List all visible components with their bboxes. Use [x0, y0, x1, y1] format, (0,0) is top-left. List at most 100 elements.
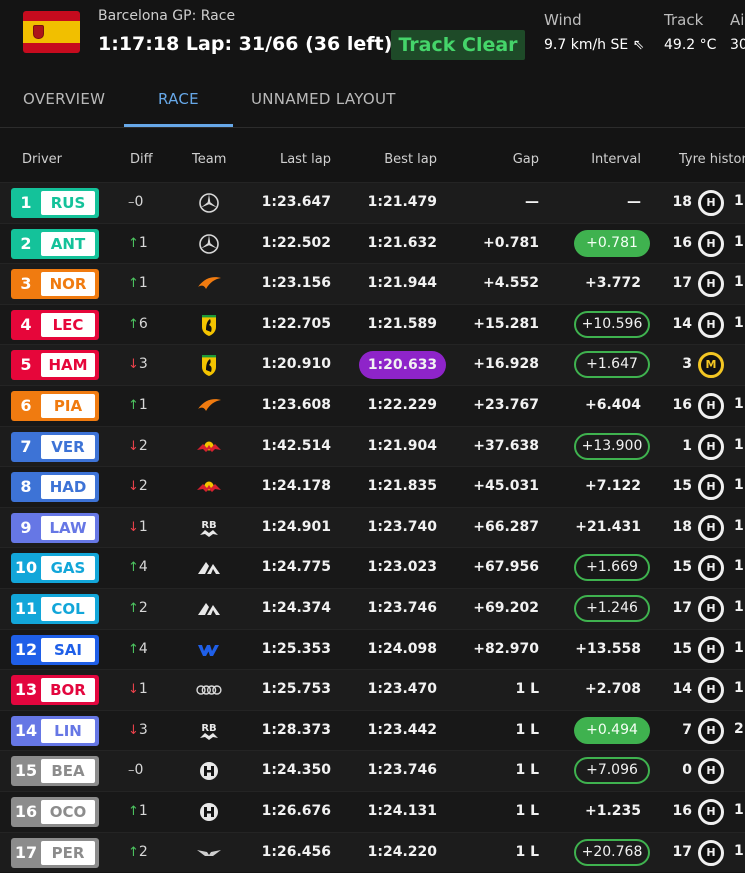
- driver-badge[interactable]: 2 ANT: [11, 228, 99, 259]
- arrow-down-icon: ↓: [128, 479, 139, 495]
- driver-badge[interactable]: 13 BOR: [11, 675, 99, 706]
- driver-badge[interactable]: 16 OCO: [11, 797, 99, 827]
- driver-badge[interactable]: 7 VER: [11, 431, 99, 462]
- column-driver[interactable]: Driver: [22, 152, 62, 167]
- last-lap-time: 1:25.353: [261, 640, 331, 657]
- redbull-icon: [195, 474, 223, 500]
- tyre-history-next: 1: [734, 517, 744, 534]
- race-clock-lap-counter: 1:17:18 Lap: 31/66 (36 left): [98, 33, 393, 55]
- driver-badge[interactable]: 4 LEC: [11, 309, 99, 340]
- driver-row[interactable]: 15 BEA –0 1:24.350 1:23.746 1 L +7.096 0 H: [0, 750, 745, 791]
- driver-row[interactable]: 2 ANT ↑1 1:22.502 1:21.632 +0.781 +0.781 16 H 1: [0, 222, 745, 264]
- tyre-age-laps: 16: [672, 397, 692, 413]
- last-lap-time: 1:24.374: [261, 600, 331, 616]
- gap-to-leader: +66.287: [473, 518, 539, 535]
- driver-badge[interactable]: 10 GAS: [11, 553, 99, 584]
- column-team[interactable]: Team: [192, 152, 226, 167]
- driver-row[interactable]: 4 LEC ↑6 1:22.705 1:21.589 +15.281 +10.596 14 H 1: [0, 303, 745, 345]
- driver-row[interactable]: 9 LAW ↓1 RB 1:24.901 1:23.740 +66.287 +21.431 18…: [0, 506, 745, 548]
- position-number: 4: [20, 314, 32, 334]
- interval-to-ahead: +3.772: [584, 275, 641, 292]
- position-number: 17: [14, 842, 38, 862]
- redbull-icon: [195, 434, 223, 460]
- driver-code: PIA: [41, 394, 95, 418]
- last-lap-time: 1:25.753: [261, 681, 331, 698]
- driver-badge[interactable]: 5 HAM: [11, 350, 99, 381]
- spain-flag-icon: [23, 11, 80, 53]
- position-change-value: 0: [134, 194, 144, 210]
- interval-to-ahead: +1.647: [574, 351, 650, 379]
- tyre-compound-icon: M: [698, 352, 724, 379]
- best-lap-time: 1:21.944: [367, 275, 437, 292]
- driver-code: BEA: [41, 759, 95, 784]
- driver-row[interactable]: 14 LIN ↓3 RB 1:28.373 1:23.442 1 L +0.494 7 H 2: [0, 709, 745, 751]
- tyre-compound-icon: H: [698, 433, 724, 460]
- tab-race[interactable]: RACE: [158, 90, 199, 108]
- driver-badge[interactable]: 1 RUS: [11, 188, 99, 218]
- tyre-history-next: 1: [734, 233, 744, 250]
- gap-to-leader: +0.781: [482, 234, 539, 251]
- driver-row[interactable]: 6 PIA ↑1 1:23.608 1:22.229 +23.767 +6.404 16 H 1: [0, 385, 745, 426]
- tyre-compound-icon: H: [698, 474, 724, 501]
- driver-badge[interactable]: 3 NOR: [11, 269, 99, 300]
- position-number: 2: [20, 233, 32, 253]
- gap-to-leader: —: [525, 194, 539, 210]
- arrow-up-icon: ↑: [128, 235, 139, 251]
- column-diff[interactable]: Diff: [130, 152, 153, 167]
- svg-text:RB: RB: [201, 723, 216, 734]
- driver-badge[interactable]: 9 LAW: [11, 512, 99, 543]
- position-change-value: 6: [138, 315, 148, 332]
- column-interval[interactable]: Interval: [555, 152, 641, 167]
- driver-badge[interactable]: 17 PER: [11, 837, 99, 868]
- best-lap-time: 1:23.442: [367, 721, 437, 738]
- driver-row[interactable]: 17 PER ↑2 1:26.456 1:24.220 1 L +20.768 17 H 1: [0, 831, 745, 873]
- driver-row[interactable]: 16 OCO ↑1 1:26.676 1:24.131 1 L +1.235 16 H 1: [0, 791, 745, 832]
- gap-to-leader: +45.031: [473, 478, 539, 495]
- driver-row[interactable]: 3 NOR ↑1 1:23.156 1:21.944 +4.552 +3.772 17 H 1: [0, 263, 745, 304]
- interval-to-ahead: +0.494: [574, 716, 650, 744]
- column-best-lap[interactable]: Best lap: [345, 152, 437, 167]
- position-number: 15: [14, 761, 38, 781]
- driver-row[interactable]: 10 GAS ↑4 1:24.775 1:23.023 +67.956 +1.669 15 H 1: [0, 547, 745, 588]
- driver-row[interactable]: 7 VER ↓2 1:42.514 1:21.904 +37.638 +13.900 1 H 1: [0, 425, 745, 467]
- gap-to-leader: +37.638: [473, 437, 539, 454]
- driver-badge[interactable]: 6 PIA: [11, 391, 99, 421]
- driver-badge[interactable]: 12 SAI: [11, 634, 99, 665]
- arrow-up-icon: ↑: [128, 276, 139, 292]
- last-lap-time: 1:23.647: [261, 194, 331, 210]
- driver-badge[interactable]: 15 BEA: [11, 756, 99, 787]
- column-tyre-history[interactable]: Tyre histor: [679, 152, 745, 167]
- driver-row[interactable]: 11 COL ↑2 1:24.374 1:23.746 +69.202 +1.246 17 H 1: [0, 588, 745, 629]
- driver-row[interactable]: 13 BOR ↓1 1:25.753 1:23.470 1 L +2.708 14 H 1: [0, 669, 745, 710]
- driver-row[interactable]: 12 SAI ↑4 1:25.353 1:24.098 +82.970 +13.558 15 H…: [0, 628, 745, 670]
- position-change-value: 1: [138, 275, 148, 292]
- tyre-age-laps: 0: [682, 762, 692, 779]
- position-number: 9: [20, 517, 32, 537]
- interval-to-ahead: +7.122: [584, 478, 641, 495]
- driver-row[interactable]: 5 HAM ↓3 1:20.910 1:20.633 +16.928 +1.647 3 M: [0, 344, 745, 385]
- track-temp-label: Track: [664, 11, 704, 29]
- position-change: ↑1: [128, 397, 148, 413]
- position-number: 11: [14, 599, 38, 618]
- column-last-lap[interactable]: Last lap: [240, 152, 331, 167]
- mercedes-icon: [195, 231, 223, 257]
- tab-overview[interactable]: OVERVIEW: [23, 90, 105, 108]
- tyre-age-laps: 16: [672, 803, 692, 819]
- gap-to-leader: +82.970: [473, 640, 539, 657]
- driver-badge[interactable]: 14 LIN: [11, 715, 99, 746]
- column-gap[interactable]: Gap: [450, 152, 539, 167]
- driver-code: GAS: [41, 556, 95, 581]
- last-lap-time: 1:24.901: [261, 518, 331, 535]
- tab-unnamed-layout[interactable]: UNNAMED LAYOUT: [251, 90, 396, 108]
- driver-row[interactable]: 1 RUS –0 1:23.647 1:21.479— —18 H 1: [0, 182, 745, 223]
- best-lap-time: 1:23.023: [367, 559, 437, 576]
- driver-badge[interactable]: 11 COL: [11, 594, 99, 624]
- driver-badge[interactable]: 8 HAD: [11, 472, 99, 503]
- driver-row[interactable]: 8 HAD ↓2 1:24.178 1:21.835 +45.031 +7.122 15 H 1: [0, 466, 745, 507]
- tyre-history-next: 1: [734, 314, 744, 331]
- position-number: 16: [14, 802, 38, 821]
- gap-to-leader: +69.202: [473, 600, 539, 616]
- interval-to-ahead: +0.781: [574, 229, 650, 257]
- tyre-age-laps: 15: [672, 559, 692, 576]
- position-number: 5: [20, 355, 32, 375]
